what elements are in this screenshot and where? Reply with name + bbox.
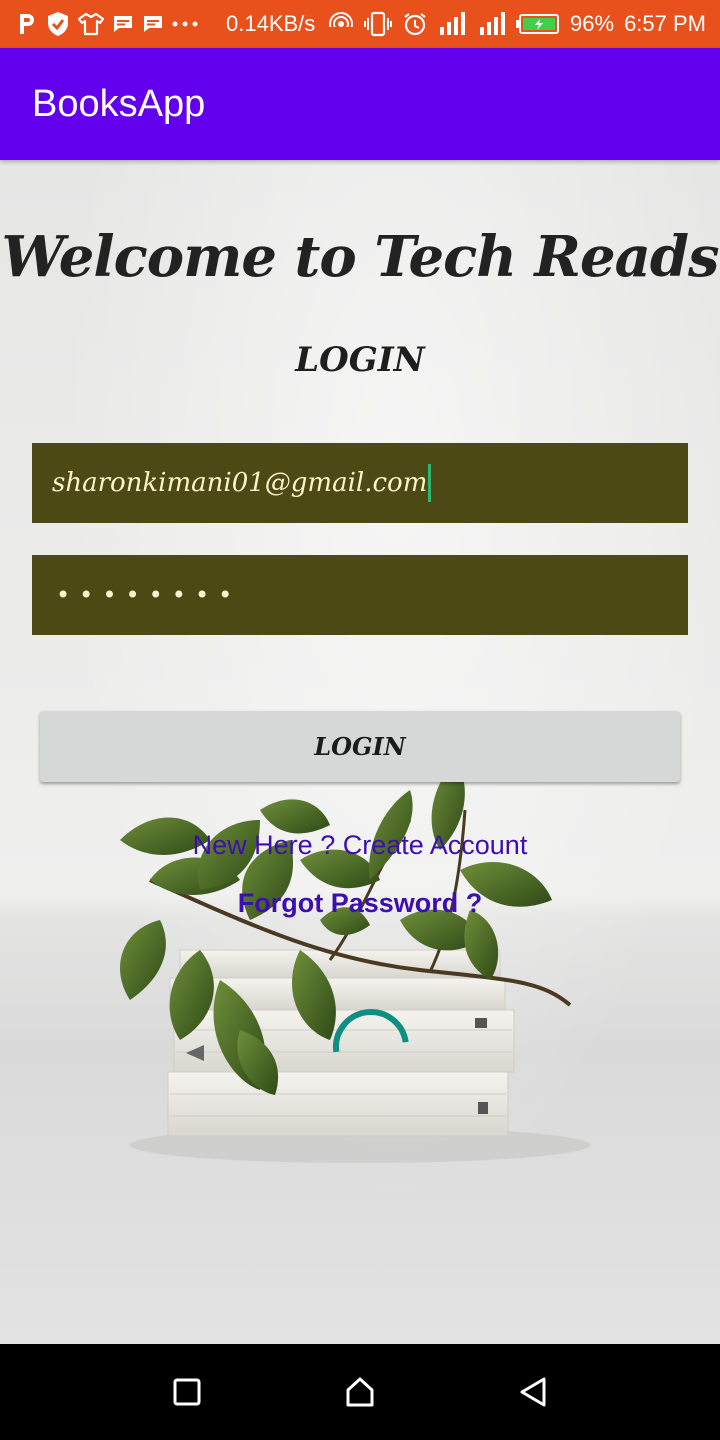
login-screen: Welcome to Tech Reads LOGIN sharonkimani…: [0, 160, 720, 1344]
welcome-title: Welcome to Tech Reads: [1, 224, 719, 290]
login-button-label: LOGIN: [314, 732, 406, 761]
battery-icon: [516, 13, 560, 35]
loading-spinner: [333, 1009, 409, 1053]
email-field[interactable]: sharonkimani01@gmail.com: [32, 443, 688, 523]
vibrate-icon: [364, 11, 393, 37]
signal-icon: [438, 11, 468, 37]
app-title: BooksApp: [32, 82, 206, 125]
status-left-icons: [16, 11, 198, 37]
navigation-bar: [0, 1344, 720, 1440]
status-bar: 0.14KB/s 96% 6:57 PM: [0, 0, 720, 48]
forgot-password-link[interactable]: Forgot Password ?: [0, 888, 720, 919]
message-icon: [112, 13, 134, 35]
back-triangle-icon[interactable]: [503, 1362, 563, 1422]
password-mask: ••••••••: [56, 581, 242, 609]
login-button[interactable]: LOGIN: [40, 711, 680, 782]
more-dots-icon: [172, 20, 198, 28]
text-cursor: [428, 464, 432, 502]
p-icon: [16, 12, 38, 36]
recents-square-icon[interactable]: [157, 1362, 217, 1422]
clock-time: 6:57 PM: [624, 11, 706, 36]
shield-icon: [46, 11, 70, 37]
home-icon[interactable]: [330, 1362, 390, 1422]
login-heading: LOGIN: [295, 340, 425, 380]
app-bar: BooksApp: [0, 48, 720, 160]
network-speed: 0.14KB/s: [226, 11, 316, 36]
hotspot-icon: [328, 11, 355, 37]
message-icon: [142, 13, 164, 35]
alarm-icon: [402, 11, 428, 37]
battery-percent: 96%: [570, 11, 615, 36]
status-right-icons: 96% 6:57 PM: [328, 11, 706, 37]
password-field[interactable]: ••••••••: [32, 555, 688, 635]
signal-icon: [478, 11, 506, 37]
email-value: sharonkimani01@gmail.com: [52, 468, 428, 498]
create-account-link[interactable]: New Here ? Create Account: [0, 830, 720, 861]
shirt-icon: [78, 12, 104, 36]
